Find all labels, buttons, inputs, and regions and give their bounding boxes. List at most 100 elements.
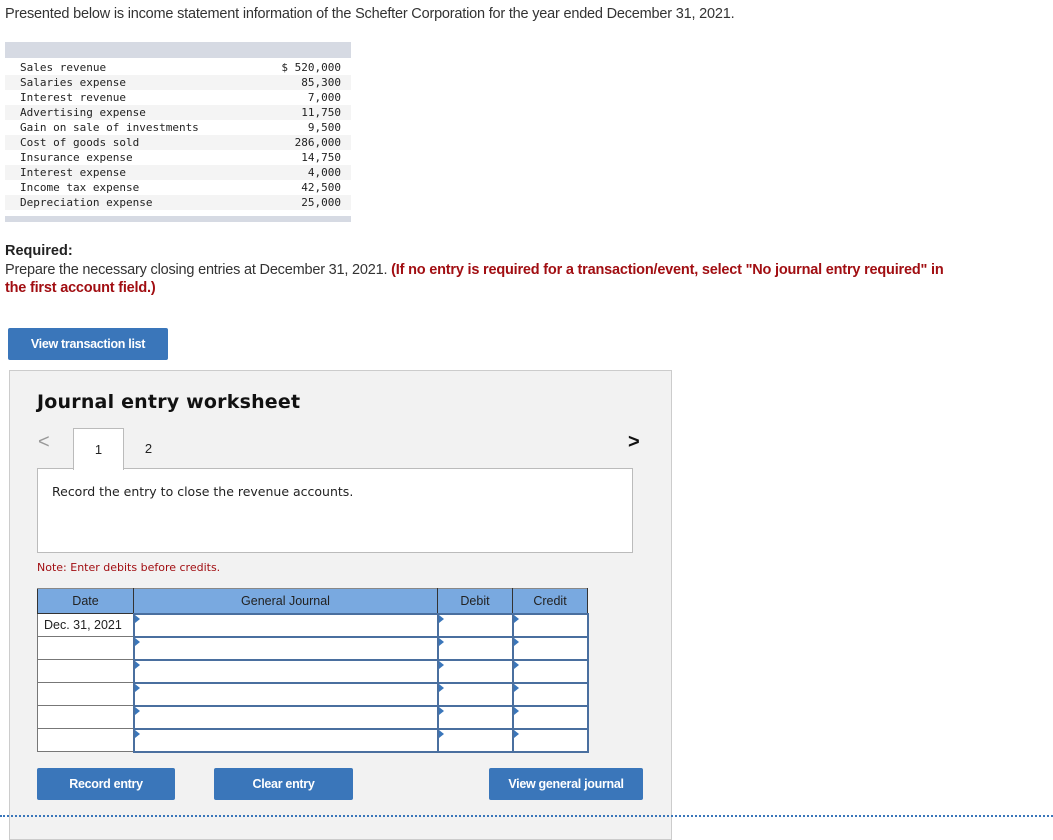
tab-1[interactable]: 1: [73, 428, 124, 470]
debit-input[interactable]: [438, 683, 512, 705]
credit-input[interactable]: [513, 706, 587, 728]
statement-amount: $ 520,000: [281, 61, 341, 74]
account-input[interactable]: [134, 729, 437, 751]
header-credit: Credit: [512, 588, 588, 614]
account-dropdown[interactable]: [132, 658, 439, 684]
statement-label: Interest expense: [20, 166, 126, 179]
debit-cell[interactable]: [436, 658, 514, 684]
credit-input[interactable]: [513, 729, 587, 751]
statement-label: Cost of goods sold: [20, 136, 140, 149]
account-dropdown[interactable]: [132, 704, 439, 730]
date-cell: [37, 728, 134, 752]
debit-input[interactable]: [438, 729, 512, 751]
credit-input[interactable]: [513, 660, 587, 682]
debit-input[interactable]: [438, 706, 512, 728]
statement-amount: 11,750: [301, 106, 341, 119]
statement-row: Interest revenue 7,000: [5, 90, 351, 105]
required-text: Prepare the necessary closing entries at…: [5, 261, 955, 297]
statement-row: Sales revenue $ 520,000: [5, 60, 351, 75]
table-row: [37, 635, 589, 661]
statement-amount: 14,750: [301, 151, 341, 164]
date-cell: [37, 705, 134, 729]
credit-cell[interactable]: [511, 658, 589, 684]
table-header-row: Date General Journal Debit Credit: [37, 588, 588, 614]
statement-amount: 42,500: [301, 181, 341, 194]
statement-amount: 25,000: [301, 196, 341, 209]
debit-cell[interactable]: [436, 704, 514, 730]
statement-label: Advertising expense: [20, 106, 146, 119]
instruction-text: Record the entry to close the revenue ac…: [52, 484, 354, 499]
statement-amount: 4,000: [307, 166, 341, 179]
view-general-journal-button[interactable]: View general journal: [489, 768, 643, 800]
statement-row: Salaries expense 85,300: [5, 75, 351, 90]
credit-cell[interactable]: [511, 704, 589, 730]
statement-label: Interest revenue: [20, 91, 126, 104]
credit-cell[interactable]: [511, 681, 589, 707]
statement-row: Cost of goods sold 286,000: [5, 135, 351, 150]
statement-row: Interest expense 4,000: [5, 165, 351, 180]
table-row: [37, 727, 589, 753]
statement-label: Gain on sale of investments: [20, 121, 199, 134]
credit-cell[interactable]: [511, 635, 589, 661]
debit-input[interactable]: [438, 660, 512, 682]
tab-2[interactable]: 2: [123, 428, 174, 468]
statement-label: Insurance expense: [20, 151, 133, 164]
credit-cell[interactable]: [511, 727, 589, 753]
credit-cell[interactable]: [511, 612, 589, 638]
statement-label: Income tax expense: [20, 181, 140, 194]
credit-input[interactable]: [513, 637, 587, 659]
required-description: Prepare the necessary closing entries at…: [5, 262, 392, 278]
section-divider: [0, 815, 1053, 817]
debit-cell[interactable]: [436, 635, 514, 661]
account-dropdown[interactable]: [132, 727, 439, 753]
statement-row: Income tax expense 42,500: [5, 180, 351, 195]
statement-row: Depreciation expense 25,000: [5, 195, 351, 210]
statement-label: Depreciation expense: [20, 196, 153, 209]
table-row: [37, 658, 589, 684]
worksheet-title: Journal entry worksheet: [37, 391, 301, 413]
account-dropdown[interactable]: [132, 681, 439, 707]
account-input[interactable]: [134, 660, 437, 682]
debit-cell[interactable]: [436, 612, 514, 638]
intro-text: Presented below is income statement info…: [5, 6, 735, 22]
statement-amount: 9,500: [307, 121, 341, 134]
debit-input[interactable]: [438, 614, 512, 636]
general-journal-table: Date General Journal Debit Credit Dec. 3…: [37, 588, 589, 753]
date-cell: [37, 636, 134, 660]
required-heading: Required:: [5, 243, 73, 259]
statement-row: Gain on sale of investments 9,500: [5, 120, 351, 135]
statement-label: Sales revenue: [20, 61, 107, 74]
account-dropdown[interactable]: [132, 612, 439, 638]
clear-entry-button[interactable]: Clear entry: [214, 768, 353, 800]
record-entry-button[interactable]: Record entry: [37, 768, 175, 800]
income-statement-table: Sales revenue $ 520,000 Salaries expense 8…: [5, 42, 351, 222]
account-input[interactable]: [134, 614, 437, 636]
view-transaction-list-button[interactable]: View transaction list: [8, 328, 168, 360]
debit-cell[interactable]: [436, 727, 514, 753]
header-general-journal: General Journal: [133, 588, 438, 614]
chevron-left-icon[interactable]: <: [38, 431, 50, 454]
header-date: Date: [37, 588, 134, 614]
statement-row: Advertising expense 11,750: [5, 105, 351, 120]
date-cell: Dec. 31, 2021: [37, 613, 134, 637]
credit-input[interactable]: [513, 683, 587, 705]
account-dropdown[interactable]: [132, 635, 439, 661]
statement-amount: 7,000: [307, 91, 341, 104]
account-input[interactable]: [134, 683, 437, 705]
chevron-right-icon[interactable]: >: [628, 431, 640, 454]
debit-cell[interactable]: [436, 681, 514, 707]
table-row: [37, 704, 589, 730]
note-text: Note: Enter debits before credits.: [37, 561, 221, 574]
table-row: Dec. 31, 2021: [37, 612, 589, 638]
statement-amount: 286,000: [294, 136, 341, 149]
statement-label: Salaries expense: [20, 76, 126, 89]
instruction-panel: Record the entry to close the revenue ac…: [37, 468, 633, 553]
date-cell: [37, 659, 134, 683]
account-input[interactable]: [134, 706, 437, 728]
statement-amount: 85,300: [301, 76, 341, 89]
credit-input[interactable]: [513, 614, 587, 636]
debit-input[interactable]: [438, 637, 512, 659]
header-debit: Debit: [437, 588, 513, 614]
account-input[interactable]: [134, 637, 437, 659]
table-row: [37, 681, 589, 707]
